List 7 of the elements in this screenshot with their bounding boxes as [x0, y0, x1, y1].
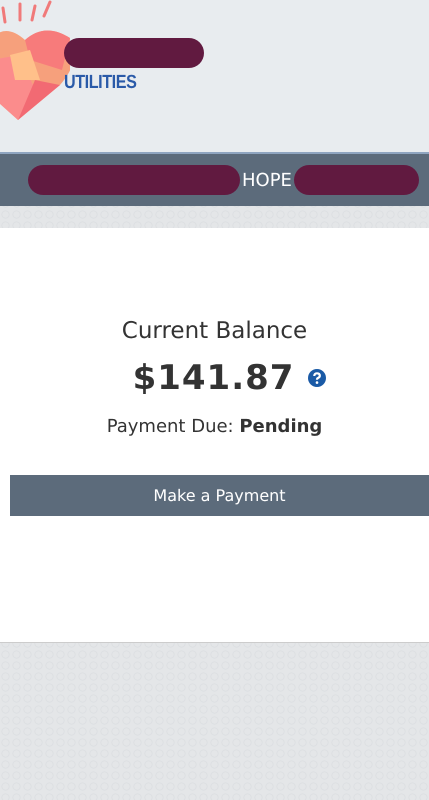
make-payment-button[interactable]: Make a Payment: [10, 475, 429, 516]
account-name: HOPE: [242, 170, 292, 190]
balance-amount: $141.87: [132, 358, 294, 398]
logo-text: UTILITIES: [64, 72, 138, 94]
payment-due-text: Payment Due: Pending: [106, 416, 322, 437]
help-icon[interactable]: [308, 369, 326, 387]
balance-title: Current Balance: [122, 318, 308, 344]
